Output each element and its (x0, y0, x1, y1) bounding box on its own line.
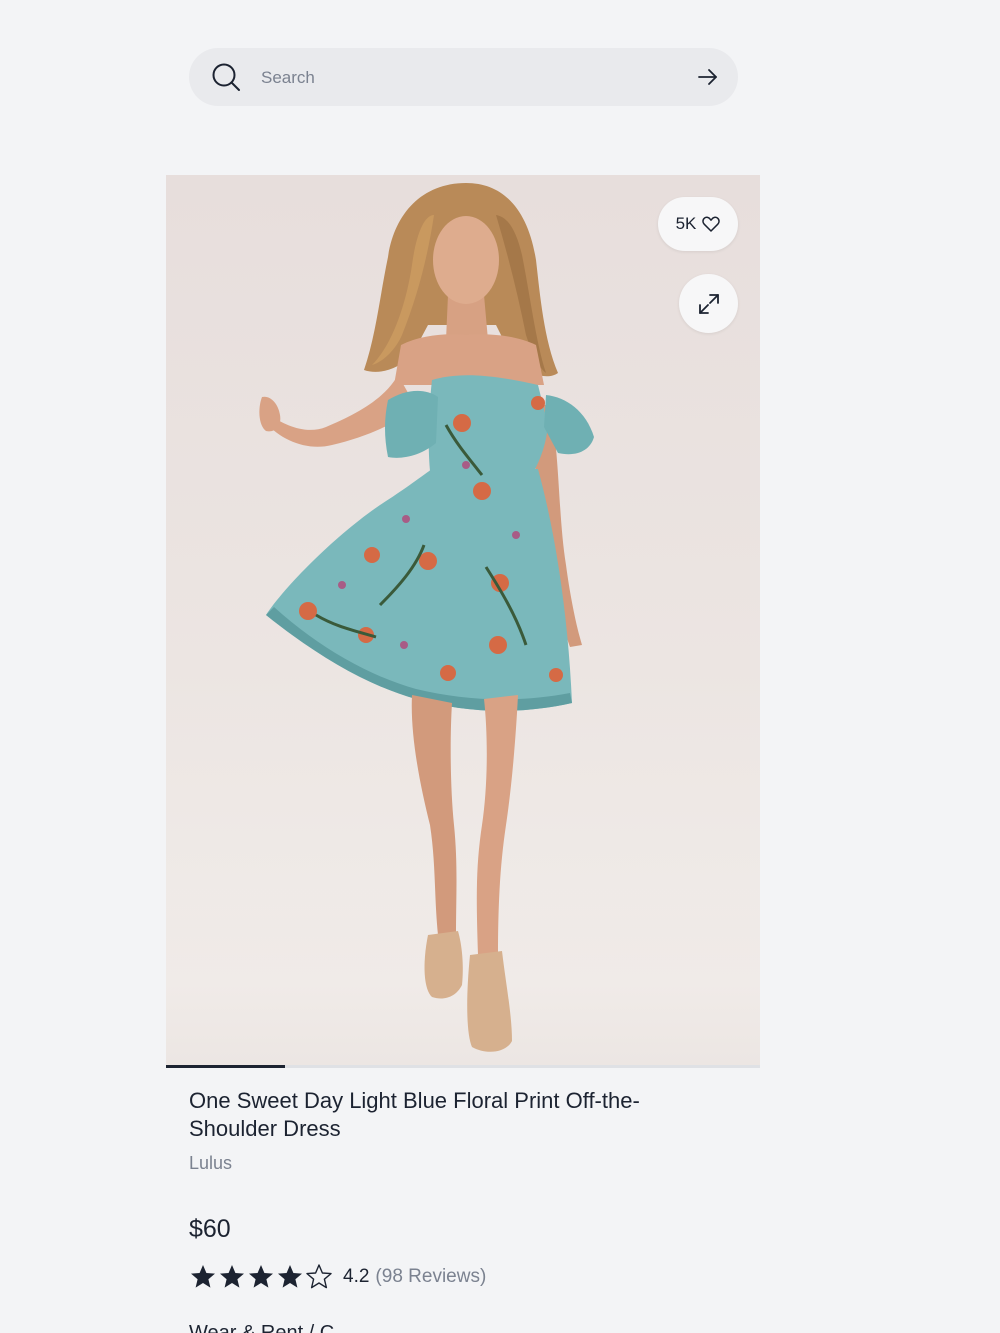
star-filled-icon (249, 1265, 273, 1288)
star-filled-icon (220, 1265, 244, 1288)
search-input[interactable] (259, 62, 663, 94)
likes-count: 5K (675, 214, 697, 233)
reviews-link[interactable]: (98 Reviews) (375, 1266, 486, 1288)
search-icon (212, 63, 240, 91)
expand-icon (698, 293, 719, 314)
product-brand[interactable]: Lulus (189, 1153, 232, 1174)
product-title: One Sweet Day Light Blue Floral Print Of… (189, 1088, 640, 1141)
product-page: 5K One Sweet Day Light Blue Floral Print… (0, 0, 1000, 1333)
star-filled-icon (278, 1265, 302, 1288)
rating-stars (189, 1263, 333, 1291)
product-image[interactable] (166, 175, 760, 1066)
arrow-right-icon[interactable] (696, 65, 720, 89)
product-price: $60 (189, 1215, 231, 1243)
image-carousel-progress (166, 1065, 760, 1068)
like-button[interactable]: 5K (658, 197, 738, 251)
search-bar[interactable] (189, 48, 738, 106)
star-filled-icon (191, 1265, 215, 1288)
star-outline-icon (306, 1264, 332, 1289)
next-section-heading: Wear & Rent / C... (189, 1322, 351, 1333)
product-rating: 4.2 (98 Reviews) (189, 1262, 486, 1292)
model-photo (259, 183, 594, 1052)
heart-icon (702, 216, 721, 232)
expand-image-button[interactable] (679, 274, 738, 333)
image-carousel-progress-fill (166, 1065, 285, 1068)
rating-value: 4.2 (343, 1266, 370, 1287)
